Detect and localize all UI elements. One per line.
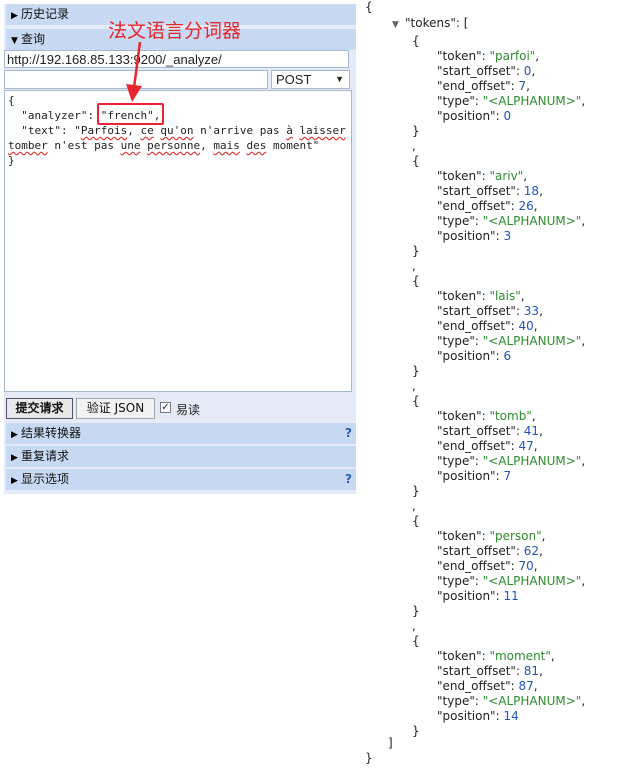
- expand-triangle-icon: ▶: [11, 430, 18, 440]
- annotation-arrow-icon: [126, 41, 142, 102]
- text-word: des: [246, 139, 267, 152]
- token-field: "token": "ariv",: [437, 169, 528, 183]
- easy-read-label: 易读: [176, 403, 201, 417]
- position-field: "position": 7: [437, 469, 512, 483]
- end-offset-field: "end_offset": 70,: [437, 559, 538, 573]
- tokens-key: "tokens": [: [405, 16, 469, 30]
- text-fragment: n'est pas: [47, 139, 121, 152]
- type-field: "type": "<ALPHANUM>",: [437, 94, 586, 108]
- expand-triangle-icon: ▶: [11, 11, 18, 21]
- type-field: "type": "<ALPHANUM>",: [437, 454, 586, 468]
- type-field: "type": "<ALPHANUM>",: [437, 334, 586, 348]
- type-field: "type": "<ALPHANUM>",: [437, 574, 586, 588]
- position-field: "position": 6: [437, 349, 512, 363]
- end-offset-field: "end_offset": 87,: [437, 679, 538, 693]
- body-text-key: "text": ": [8, 124, 81, 137]
- end-offset-field: "end_offset": 40,: [437, 319, 538, 333]
- type-field: "type": "<ALPHANUM>",: [437, 694, 586, 708]
- repeat-request-section[interactable]: ▶ 重复请求: [6, 446, 356, 468]
- token-open-brace: {: [412, 154, 420, 168]
- start-offset-field: "start_offset": 81,: [437, 664, 543, 678]
- collapse-triangle-icon[interactable]: ▼: [392, 20, 399, 30]
- token-field: "token": "tomb",: [437, 409, 536, 423]
- token-field: "token": "parfoi",: [437, 49, 540, 63]
- text-word: tomber: [8, 139, 48, 152]
- easy-read-checkbox[interactable]: ✓: [160, 402, 171, 413]
- body-analyzer-key: "analyzer":: [8, 109, 101, 122]
- validate-json-button[interactable]: 验证 JSON: [76, 398, 155, 419]
- expand-triangle-icon: ▶: [11, 453, 18, 463]
- chevron-down-icon: ▼: [335, 74, 344, 84]
- text-word: Parfois: [80, 124, 128, 137]
- submit-request-button[interactable]: 提交请求: [6, 398, 73, 419]
- section-label: 结果转换器: [21, 426, 82, 440]
- root-open-brace: {: [365, 0, 373, 14]
- token-close-brace: }: [412, 484, 420, 498]
- token-open-brace: {: [412, 394, 420, 408]
- end-offset-field: "end_offset": 7,: [437, 79, 530, 93]
- array-close-bracket: ]: [388, 736, 393, 750]
- body-close-brace: }: [8, 154, 15, 167]
- token-separator: ,: [412, 499, 416, 513]
- section-label: 显示选项: [21, 472, 70, 486]
- token-separator: ,: [412, 379, 416, 393]
- start-offset-field: "start_offset": 0,: [437, 64, 536, 78]
- end-offset-field: "end_offset": 26,: [437, 199, 538, 213]
- request-body-textarea[interactable]: { "analyzer": "french", "text": "Parfois…: [4, 90, 352, 392]
- text-word: mais: [213, 139, 240, 152]
- position-field: "position": 11: [437, 589, 519, 603]
- root-close-brace: }: [365, 751, 373, 765]
- token-open-brace: {: [412, 34, 420, 48]
- display-options-section[interactable]: ▶ 显示选项 ?: [6, 469, 356, 491]
- history-label: 历史记录: [21, 7, 70, 21]
- type-field: "type": "<ALPHANUM>",: [437, 214, 586, 228]
- start-offset-field: "start_offset": 41,: [437, 424, 543, 438]
- token-open-brace: {: [412, 274, 420, 288]
- text-fragment: ,: [200, 139, 214, 152]
- text-word: personne: [147, 139, 201, 152]
- section-label: 重复请求: [21, 449, 70, 463]
- text-fragment: n'arrive pas: [193, 124, 287, 137]
- collapse-triangle-icon: ▼: [11, 36, 18, 46]
- url-input[interactable]: http://192.168.85.133:9200/_analyze/: [4, 50, 349, 68]
- position-field: "position": 3: [437, 229, 512, 243]
- text-word: une: [120, 139, 141, 152]
- help-icon[interactable]: ?: [345, 423, 352, 444]
- query-label: 查询: [21, 32, 46, 46]
- token-close-brace: }: [412, 724, 420, 738]
- token-open-brace: {: [412, 634, 420, 648]
- start-offset-field: "start_offset": 62,: [437, 544, 543, 558]
- expand-triangle-icon: ▶: [11, 476, 18, 486]
- token-separator: ,: [412, 139, 416, 153]
- token-close-brace: }: [412, 364, 420, 378]
- highlight-box: [97, 103, 164, 125]
- method-select[interactable]: POST ▼: [271, 70, 350, 89]
- start-offset-field: "start_offset": 33,: [437, 304, 543, 318]
- token-field: "token": "person",: [437, 529, 546, 543]
- position-field: "position": 0: [437, 109, 512, 123]
- token-open-brace: {: [412, 514, 420, 528]
- text-fragment: moment": [266, 139, 320, 152]
- token-close-brace: }: [412, 244, 420, 258]
- end-offset-field: "end_offset": 47,: [437, 439, 538, 453]
- text-word: qu'on: [160, 124, 194, 137]
- token-separator: ,: [412, 259, 416, 273]
- help-icon[interactable]: ?: [345, 469, 352, 490]
- body-open-brace: {: [8, 94, 15, 107]
- text-word: laisser: [299, 124, 346, 137]
- position-field: "position": 14: [437, 709, 519, 723]
- text-word: ce: [140, 124, 154, 137]
- text-fragment: ,: [127, 124, 141, 137]
- text-word: à: [286, 124, 293, 137]
- annotation-label: 法文语言分词器: [108, 20, 242, 42]
- token-field: "token": "lais",: [437, 289, 525, 303]
- method-value: POST: [276, 72, 312, 87]
- token-close-brace: }: [412, 124, 420, 138]
- result-transformer-section[interactable]: ▶ 结果转换器 ?: [6, 423, 356, 445]
- token-close-brace: }: [412, 604, 420, 618]
- token-field: "token": "moment",: [437, 649, 555, 663]
- token-separator: ,: [412, 619, 416, 633]
- start-offset-field: "start_offset": 18,: [437, 184, 543, 198]
